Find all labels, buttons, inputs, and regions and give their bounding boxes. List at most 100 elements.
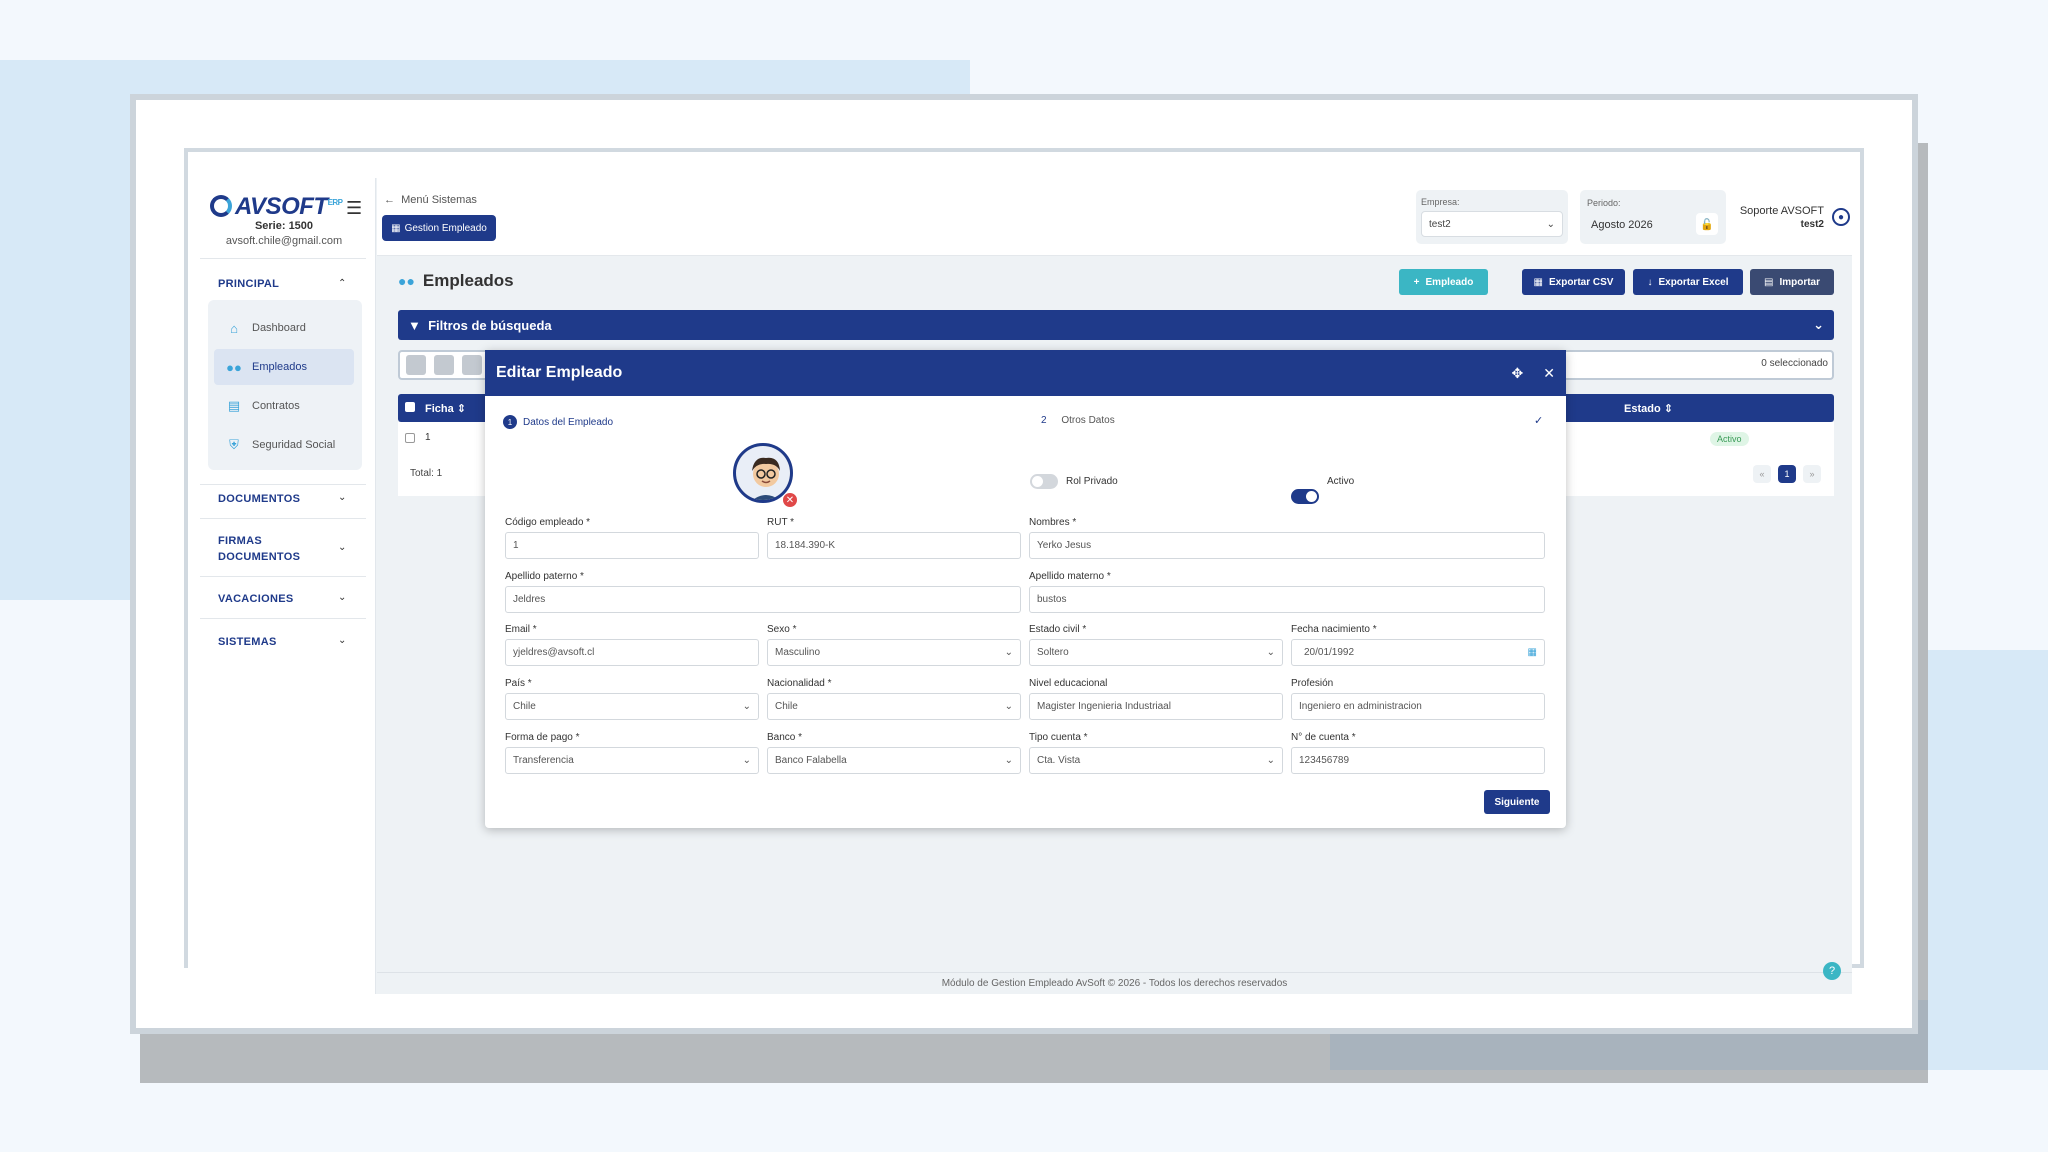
download-icon: ↓ [1647,276,1653,288]
fecha-nacimiento-input[interactable]: 20/01/1992 ▦ [1291,639,1545,666]
users-icon: ●● [398,273,415,289]
total-count: Total: 1 [410,468,443,479]
chevron-up-icon[interactable]: ⌃ [338,278,346,289]
section-principal[interactable]: PRINCIPAL [218,278,279,290]
users-icon: ●● [226,359,242,375]
estado-civil-select[interactable]: Soltero ⌄ [1029,639,1283,666]
pagination-prev[interactable]: « [1753,465,1771,483]
search-filters-bar[interactable]: ▼ Filtros de búsqueda ⌄ [398,310,1834,340]
apellido-materno-input[interactable]: bustos [1029,586,1545,613]
sidebar-item-seguridad-social[interactable]: ⛨ Seguridad Social [214,427,354,463]
section-firmas-documentos-line1[interactable]: FIRMAS [218,535,262,547]
back-link[interactable]: ← Menú Sistemas [384,194,477,206]
grid-icon: ▦ [391,222,401,234]
export-excel-button[interactable]: ↓ Exportar Excel [1633,269,1743,295]
forma-pago-label: Forma de pago * [505,732,580,743]
field-value: 123456789 [1299,755,1350,766]
hamburger-icon[interactable]: ☰ [346,198,362,219]
sexo-label: Sexo * [767,624,797,635]
field-value: 18.184.390-K [775,540,836,551]
codigo-input[interactable]: 1 [505,532,759,559]
button-label: Empleado [1425,276,1474,288]
nombres-input[interactable]: Yerko Jesus [1029,532,1545,559]
chevron-down-icon: ⌄ [1266,647,1275,658]
field-value: Ingeniero en administracion [1299,701,1422,712]
row-checkbox[interactable] [405,433,415,443]
column-estado[interactable]: Estado ⇕ [1624,402,1673,415]
rut-label: RUT * [767,517,795,528]
button-label: Exportar Excel [1658,276,1729,288]
chevron-down-icon[interactable]: ⌄ [338,635,346,646]
empresa-value: test2 [1429,218,1451,230]
rut-input[interactable]: 18.184.390-K [767,532,1021,559]
chevron-down-icon[interactable]: ⌄ [338,542,346,553]
module-button[interactable]: ▦ Gestion Empleado [382,215,496,241]
user-icon[interactable]: ● [1832,208,1850,226]
empresa-select[interactable]: test2 ⌄ [1421,211,1563,237]
tipo-cuenta-select[interactable]: Cta. Vista ⌄ [1029,747,1283,774]
close-icon[interactable]: ✕ [1543,365,1555,382]
mail-icon[interactable] [406,355,426,375]
field-value: Cta. Vista [1037,755,1081,766]
apellido-paterno-label: Apellido paterno * [505,571,584,582]
remove-avatar-icon[interactable]: ✕ [782,492,798,508]
send-icon[interactable] [434,355,454,375]
toggle-knob [1032,476,1043,487]
activo-toggle[interactable] [1291,489,1319,504]
email-input[interactable]: yjeldres@avsoft.cl [505,639,759,666]
modal-title: Editar Empleado [496,364,623,381]
step-label: Datos del Empleado [523,416,614,428]
pais-select[interactable]: Chile ⌄ [505,693,759,720]
user-add-icon[interactable] [462,355,482,375]
field-value: Masculino [775,647,821,658]
nivel-educacional-input[interactable]: Magister Ingenieria Industriaal [1029,693,1283,720]
sidebar-item-dashboard[interactable]: ⌂ Dashboard [214,310,354,346]
sexo-select[interactable]: Masculino ⌄ [767,639,1021,666]
add-empleado-button[interactable]: + Empleado [1399,269,1488,295]
section-documentos[interactable]: DOCUMENTOS [218,493,300,505]
field-value: Magister Ingenieria Industriaal [1037,701,1171,712]
nacionalidad-select[interactable]: Chile ⌄ [767,693,1021,720]
section-firmas-documentos-line2[interactable]: DOCUMENTOS [218,551,300,563]
numero-cuenta-input[interactable]: 123456789 [1291,747,1545,774]
forma-pago-select[interactable]: Transferencia ⌄ [505,747,759,774]
select-all-checkbox[interactable] [405,402,415,412]
move-icon[interactable]: ✥ [1512,365,1524,382]
button-label: Exportar CSV [1548,276,1614,288]
sidebar-item-contratos[interactable]: ▤ Contratos [214,388,354,424]
pagination-page[interactable]: 1 [1778,465,1796,483]
brand-logo: AVSOFTERP [210,193,343,221]
chevron-down-icon[interactable]: ⌄ [338,592,346,603]
step-datos-empleado[interactable]: 1 Datos del Empleado [503,415,613,429]
help-icon[interactable]: ? [1823,962,1841,980]
profesion-input[interactable]: Ingeniero en administracion [1291,693,1545,720]
sidebar-item-empleados[interactable]: ●● Empleados [214,349,354,385]
banco-label: Banco * [767,732,803,743]
section-vacaciones[interactable]: VACACIONES [218,593,294,605]
tipo-cuenta-label: Tipo cuenta * [1029,732,1088,743]
section-sistemas[interactable]: SISTEMAS [218,636,277,648]
brand-name: AVSOFT [235,193,328,220]
banco-select[interactable]: Banco Falabella ⌄ [767,747,1021,774]
email-label: Email * [505,624,537,635]
apellido-paterno-input[interactable]: Jeldres [505,586,1021,613]
import-button[interactable]: ▤ Importar [1750,269,1834,295]
rol-privado-toggle[interactable] [1030,474,1058,489]
sort-icon: ⇕ [456,403,467,415]
column-ficha[interactable]: Ficha ⇕ [425,402,466,415]
next-button[interactable]: Siguiente [1484,790,1550,814]
codigo-label: Código empleado * [505,517,591,528]
apellido-materno-label: Apellido materno * [1029,571,1111,582]
step-number: 1 [503,415,517,429]
rol-privado-label: Rol Privado [1066,476,1118,487]
chevron-down-icon: ⌄ [742,755,751,766]
chevron-down-icon[interactable]: ⌄ [338,492,346,503]
step-otros-datos[interactable]: 2 Otros Datos [1041,415,1115,426]
fecha-nacimiento-label: Fecha nacimiento * [1291,624,1377,635]
export-csv-button[interactable]: ▦ Exportar CSV [1522,269,1625,295]
calendar-icon[interactable]: ▦ [1528,647,1537,658]
pagination-next[interactable]: » [1803,465,1821,483]
profesion-label: Profesión [1291,678,1334,689]
logo-icon [210,195,232,217]
sidebar-item-label: Contratos [252,400,300,412]
